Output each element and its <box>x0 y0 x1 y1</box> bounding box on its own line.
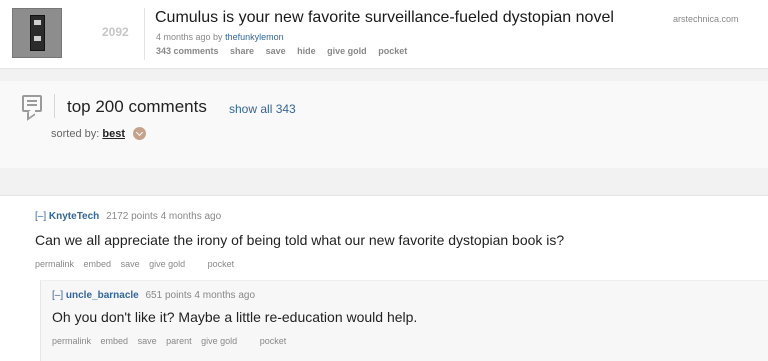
permalink-button[interactable]: permalink <box>52 336 91 346</box>
post-tagline: 4 months ago by thefunkylemon <box>156 32 284 42</box>
embed-button[interactable]: embed <box>101 336 129 346</box>
comments-header: top 200 comments show all 343 sorted by:… <box>0 81 768 168</box>
sort-control: sorted by: best <box>51 127 147 140</box>
collapse-toggle[interactable]: [–] <box>35 211 46 222</box>
comments-icon <box>22 95 42 112</box>
show-all-link[interactable]: show all 343 <box>229 102 296 116</box>
permalink-button[interactable]: permalink <box>35 259 74 269</box>
comment-body: Oh you don't like it? Maybe a little re-… <box>52 309 418 325</box>
divider <box>54 94 55 118</box>
post-domain-link[interactable]: arstechnica.com <box>673 14 739 24</box>
sort-dropdown[interactable]: best <box>102 128 125 140</box>
parent-button[interactable]: parent <box>166 336 192 346</box>
give-gold-button[interactable]: give gold <box>327 46 367 56</box>
comment-score-time: 2172 points 4 months ago <box>106 211 222 222</box>
submitted-time: 4 months ago by <box>156 32 223 42</box>
post-buttons: 343 comments share save hide give gold p… <box>156 46 416 56</box>
post-thumbnail[interactable] <box>12 8 62 58</box>
author-link[interactable]: thefunkylemon <box>225 32 284 42</box>
post-score: 2092 <box>102 25 129 39</box>
give-gold-button[interactable]: give gold <box>201 336 237 346</box>
comment-tagline: [–] KnyteTech 2172 points 4 months ago <box>35 211 221 222</box>
divider <box>144 8 145 60</box>
embed-button[interactable]: embed <box>84 259 112 269</box>
chevron-down-icon[interactable] <box>133 127 147 140</box>
save-button[interactable]: save <box>121 259 140 269</box>
save-button[interactable]: save <box>138 336 157 346</box>
comment-author-link[interactable]: KnyteTech <box>49 211 99 222</box>
comment-score-time: 651 points 4 months ago <box>145 290 256 301</box>
comment-body: Can we all appreciate the irony of being… <box>35 232 565 248</box>
post-header: 2092 Cumulus is your new favorite survei… <box>0 0 768 68</box>
comments-link[interactable]: 343 comments <box>156 46 219 56</box>
comment-reply: [–] uncle_barnacle 651 points 4 months a… <box>40 280 768 361</box>
sorted-label: sorted by: <box>51 128 100 140</box>
post-title-link[interactable]: Cumulus is your new favorite surveillanc… <box>155 9 614 27</box>
comments-title: top 200 comments <box>67 97 207 116</box>
comment-author-link[interactable]: uncle_barnacle <box>66 290 139 301</box>
comment-buttons: permalink embed save parent give gold po… <box>52 336 293 346</box>
comment-buttons: permalink embed save give gold pocket <box>35 259 241 269</box>
pocket-button[interactable]: pocket <box>260 336 287 346</box>
give-gold-button[interactable]: give gold <box>149 259 185 269</box>
separator-band <box>0 68 768 81</box>
collapse-toggle[interactable]: [–] <box>52 290 63 301</box>
pocket-button[interactable]: pocket <box>208 259 235 269</box>
save-button[interactable]: save <box>266 46 286 56</box>
pocket-button[interactable]: pocket <box>378 46 407 56</box>
separator-band <box>0 168 768 196</box>
hide-button[interactable]: hide <box>297 46 316 56</box>
comment-tagline: [–] uncle_barnacle 651 points 4 months a… <box>52 290 255 301</box>
share-button[interactable]: share <box>230 46 254 56</box>
